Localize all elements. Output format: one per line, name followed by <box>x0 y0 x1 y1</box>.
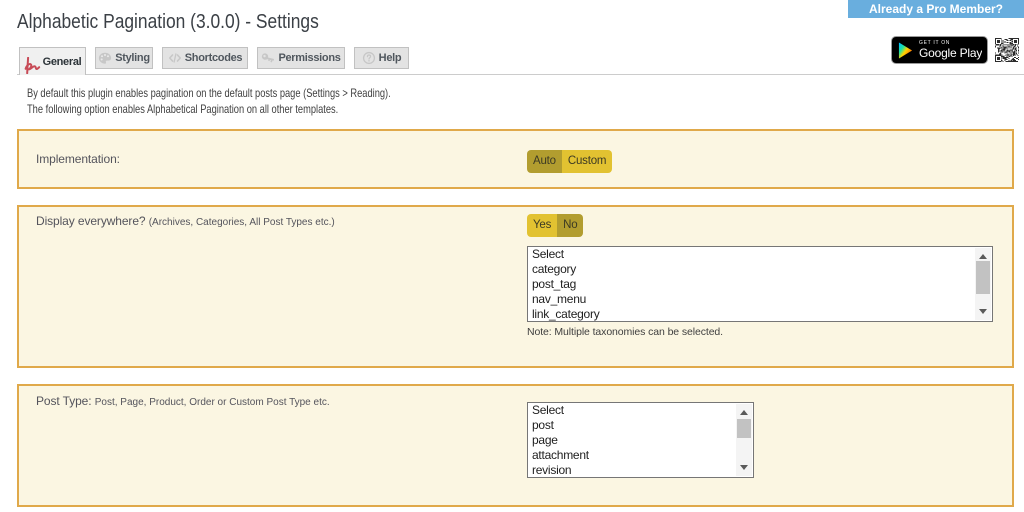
settings-page: Already a Pro Member? Alphabetic Paginat… <box>0 0 1024 512</box>
tab-permissions[interactable]: Permissions <box>257 47 345 69</box>
tab-general[interactable]: General <box>19 47 86 75</box>
list-option[interactable]: revision <box>528 463 753 478</box>
signature-icon <box>24 57 41 74</box>
post-types-multiselect[interactable]: Selectpostpageattachmentrevision <box>527 402 754 478</box>
section-post-type: Post Type: Post, Page, Product, Order or… <box>17 384 1014 507</box>
scrollbar-thumb[interactable] <box>976 261 990 294</box>
tab-label: General <box>43 56 82 68</box>
list-option[interactable]: post <box>528 418 753 433</box>
implementation-toggle: Auto Custom <box>527 150 612 173</box>
post-type-label-main: Post Type: <box>36 394 91 408</box>
intro-line-2: The following option enables Alphabetica… <box>27 104 391 115</box>
pro-member-button[interactable]: Already a Pro Member? <box>848 0 1024 18</box>
display-everywhere-no-button[interactable]: No <box>557 214 583 237</box>
key-icon <box>261 51 275 65</box>
tab-label: Permissions <box>278 52 340 64</box>
google-play-badge[interactable]: GET IT ON Google Play <box>891 36 988 64</box>
tab-styling[interactable]: Styling <box>95 47 153 69</box>
implementation-custom-button[interactable]: Custom <box>562 150 612 173</box>
help-icon <box>362 51 376 65</box>
tab-label: Shortcodes <box>185 52 243 64</box>
tab-label: Styling <box>115 52 150 64</box>
display-everywhere-label-sub: (Archives, Categories, All Post Types et… <box>149 217 335 228</box>
list-option[interactable]: attachment <box>528 448 753 463</box>
display-everywhere-yes-button[interactable]: Yes <box>527 214 557 237</box>
post-type-label: Post Type: Post, Page, Product, Order or… <box>36 394 330 408</box>
intro-text: By default this plugin enables paginatio… <box>27 88 391 120</box>
scroll-up-arrow-icon[interactable] <box>736 405 752 420</box>
page-title: Alphabetic Pagination (3.0.0) - Settings <box>17 11 319 34</box>
display-everywhere-toggle: Yes No <box>527 214 583 237</box>
section-implementation: Implementation: Auto Custom <box>17 129 1014 189</box>
code-icon <box>168 51 182 65</box>
list-option[interactable]: Select <box>528 247 992 262</box>
tab-shortcodes[interactable]: Shortcodes <box>162 47 248 69</box>
implementation-label: Implementation: <box>36 152 120 166</box>
list-option[interactable]: link_category <box>528 307 992 322</box>
tab-help[interactable]: Help <box>354 47 409 69</box>
qr-code <box>995 38 1019 62</box>
taxonomies-note: Note: Multiple taxonomies can be selecte… <box>527 326 723 338</box>
tab-label: Help <box>379 52 402 64</box>
list-option[interactable]: nav_menu <box>528 292 992 307</box>
list-option[interactable]: post_tag <box>528 277 992 292</box>
list-option[interactable]: category <box>528 262 992 277</box>
play-badge-line2: Google Play <box>919 47 982 60</box>
taxonomies-scrollbar[interactable] <box>975 248 991 320</box>
play-triangle-icon <box>898 42 913 59</box>
scroll-down-arrow-icon[interactable] <box>975 304 991 319</box>
intro-line-1: By default this plugin enables paginatio… <box>27 88 391 99</box>
post-type-label-sub: Post, Page, Product, Order or Custom Pos… <box>95 397 330 408</box>
implementation-auto-button[interactable]: Auto <box>527 150 562 173</box>
post-types-scrollbar[interactable] <box>736 404 752 476</box>
taxonomies-multiselect[interactable]: Selectcategorypost_tagnav_menulink_categ… <box>527 246 993 322</box>
section-display-everywhere: Display everywhere? (Archives, Categorie… <box>17 205 1014 368</box>
tab-bar: General Styling Shortcodes <box>19 47 418 75</box>
list-option[interactable]: Select <box>528 403 753 418</box>
display-everywhere-label-main: Display everywhere? <box>36 214 145 228</box>
scroll-down-arrow-icon[interactable] <box>736 460 752 475</box>
palette-icon <box>98 51 112 65</box>
display-everywhere-label: Display everywhere? (Archives, Categorie… <box>36 214 335 228</box>
list-option[interactable]: page <box>528 433 753 448</box>
scrollbar-thumb[interactable] <box>737 419 751 438</box>
